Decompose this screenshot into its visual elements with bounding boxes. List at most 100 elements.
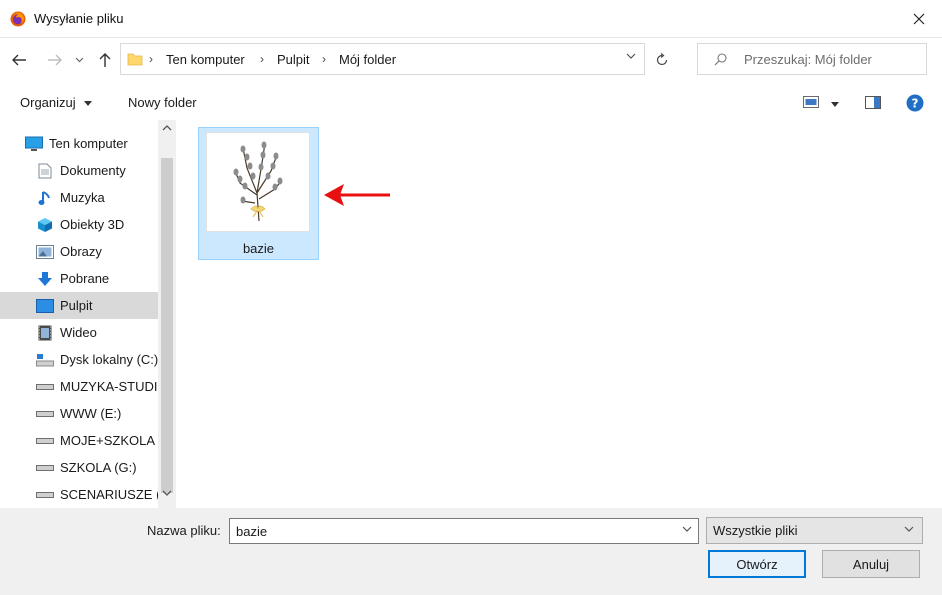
sidebar-item-label: WWW (E:): [60, 406, 122, 421]
computer-icon: [25, 136, 43, 152]
filename-field[interactable]: bazie: [229, 518, 699, 544]
pictures-icon: [36, 244, 54, 260]
breadcrumb-ten-komputer[interactable]: Ten komputer: [166, 52, 245, 67]
sidebar-item-szkola[interactable]: SZKOLA (G:): [0, 454, 158, 481]
new-folder-button[interactable]: Nowy folder: [128, 95, 197, 110]
cancel-button[interactable]: Anuluj: [822, 550, 920, 578]
recent-locations-button[interactable]: [72, 51, 86, 69]
sidebar-item-label: Muzyka: [60, 190, 105, 205]
downloads-icon: [36, 271, 54, 287]
drive-icon: [36, 406, 54, 422]
sidebar-item-label: Wideo: [60, 325, 97, 340]
command-bar: Organizuj Nowy folder ?: [0, 86, 942, 120]
sidebar-item-pobrane[interactable]: Pobrane: [0, 265, 158, 292]
arrow-up-icon: [99, 53, 111, 67]
sidebar-item-www[interactable]: WWW (E:): [0, 400, 158, 427]
chevron-up-icon[interactable]: [162, 124, 172, 131]
drive-icon: [36, 379, 54, 395]
help-icon: ?: [906, 94, 924, 112]
sidebar-item-obrazy[interactable]: Obrazy: [0, 238, 158, 265]
breadcrumb-moj-folder[interactable]: Mój folder: [339, 52, 396, 67]
caret-down-icon: [84, 101, 93, 107]
sidebar-item-dokumenty[interactable]: Dokumenty: [0, 157, 158, 184]
sidebar-item-label: SCENARIUSZE (H: [60, 487, 158, 502]
arrow-left-icon: [12, 54, 26, 66]
close-button[interactable]: [896, 0, 942, 38]
up-button[interactable]: [96, 51, 114, 69]
sidebar-item-label: Obiekty 3D: [60, 217, 125, 232]
sidebar-item-label: SZKOLA (G:): [60, 460, 137, 475]
documents-icon: [36, 163, 54, 179]
organize-label: Organizuj: [20, 95, 76, 110]
view-options-button[interactable]: [803, 96, 839, 111]
willow-catkins-image: [233, 141, 283, 222]
sidebar-item-label: Dokumenty: [60, 163, 126, 178]
back-button[interactable]: [10, 51, 28, 69]
refresh-icon: [656, 53, 668, 66]
sidebar-item-scenariusze[interactable]: SCENARIUSZE (H: [0, 481, 158, 508]
music-icon: [36, 190, 54, 206]
chevron-down-icon: [75, 57, 83, 63]
view-icon: [803, 96, 819, 108]
sidebar-item-label: Pobrane: [60, 271, 110, 286]
chevron-down-icon[interactable]: [626, 53, 636, 60]
preview-pane-button[interactable]: [865, 96, 881, 112]
3d-objects-icon: [36, 217, 54, 233]
sidebar-item-label: Pulpit: [60, 298, 93, 313]
breadcrumb-separator: ›: [260, 52, 264, 66]
preview-pane-icon: [865, 96, 881, 109]
caret-down-icon: [830, 102, 839, 108]
sidebar-item-dysk-lokalny[interactable]: Dysk lokalny (C:): [0, 346, 158, 373]
arrow-right-icon: [48, 54, 62, 66]
close-icon: [913, 13, 925, 25]
sidebar-item-muzyka-studio[interactable]: MUZYKA-STUDIO: [0, 373, 158, 400]
organize-button[interactable]: Organizuj: [20, 95, 93, 110]
chevron-down-icon[interactable]: [682, 526, 692, 533]
video-icon: [36, 325, 54, 341]
svg-text:?: ?: [912, 97, 919, 111]
refresh-button[interactable]: [652, 50, 672, 70]
title-bar: Wysyłanie pliku: [0, 0, 942, 38]
breadcrumb-separator: ›: [322, 52, 326, 66]
sidebar-scrollbar[interactable]: [158, 120, 176, 508]
folder-icon: [127, 53, 143, 66]
file-name: bazie: [242, 241, 275, 256]
file-thumbnail: [206, 132, 310, 232]
address-bar[interactable]: › Ten komputer › Pulpit › Mój folder: [120, 43, 645, 75]
drive-icon: [36, 487, 54, 503]
filename-label: Nazwa pliku:: [147, 523, 221, 538]
file-type-select[interactable]: Wszystkie pliki: [706, 517, 923, 544]
breadcrumb-separator: ›: [149, 52, 153, 66]
sidebar-item-label: MOJE+SZKOLA (: [60, 433, 158, 448]
red-arrow-left-icon: [324, 184, 390, 206]
local-disk-icon: [36, 352, 54, 368]
sidebar-item-label: MUZYKA-STUDIO: [60, 379, 158, 394]
sidebar-item-obiekty-3d[interactable]: Obiekty 3D: [0, 211, 158, 238]
search-box[interactable]: Przeszukaj: Mój folder: [697, 43, 927, 75]
sidebar-item-moje-szkola[interactable]: MOJE+SZKOLA (: [0, 427, 158, 454]
drive-icon: [36, 433, 54, 449]
chevron-down-icon: [904, 526, 914, 532]
sidebar-item-muzyka[interactable]: Muzyka: [0, 184, 158, 211]
drive-icon: [36, 460, 54, 476]
sidebar-item-pulpit[interactable]: Pulpit: [0, 292, 158, 319]
window-title: Wysyłanie pliku: [34, 11, 124, 26]
file-item[interactable]: bazie: [198, 127, 319, 260]
chevron-down-icon[interactable]: [162, 490, 172, 497]
open-button[interactable]: Otwórz: [708, 550, 806, 578]
firefox-icon: [10, 11, 26, 27]
breadcrumb-pulpit[interactable]: Pulpit: [277, 52, 310, 67]
search-icon: [714, 53, 727, 66]
sidebar-item-ten-komputer[interactable]: Ten komputer: [0, 130, 158, 157]
sidebar-item-label: Dysk lokalny (C:): [60, 352, 158, 367]
filename-value: bazie: [236, 524, 268, 539]
file-type-value: Wszystkie pliki: [713, 523, 798, 538]
navigation-pane: Ten komputer Dokumenty Muzyka Obiekty 3D…: [0, 120, 176, 508]
scrollbar-thumb[interactable]: [161, 158, 173, 493]
forward-button[interactable]: [46, 51, 64, 69]
sidebar-item-wideo[interactable]: Wideo: [0, 319, 158, 346]
search-placeholder: Przeszukaj: Mój folder: [744, 52, 872, 67]
desktop-icon: [36, 298, 54, 314]
sidebar-item-label: Ten komputer: [49, 136, 128, 151]
help-button[interactable]: ?: [906, 94, 924, 115]
